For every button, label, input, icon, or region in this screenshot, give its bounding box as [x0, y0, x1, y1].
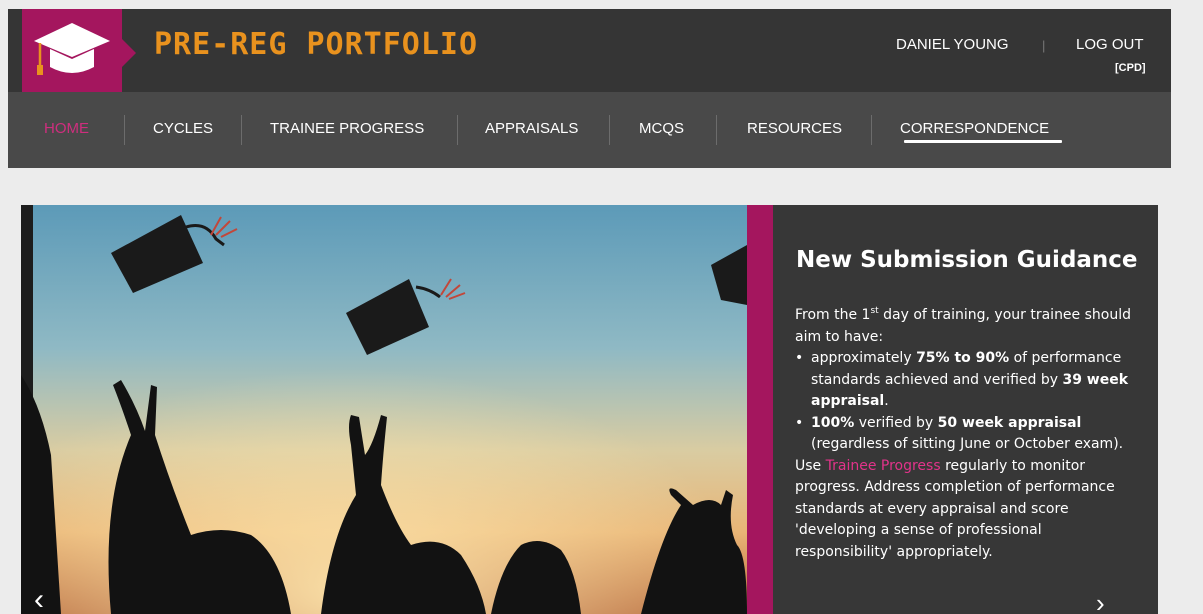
guidance-body: From the 1st day of training, your train…	[795, 305, 1135, 563]
chevron-left-icon[interactable]: ‹	[34, 585, 44, 614]
logo-notch	[122, 39, 136, 67]
nav-divider	[716, 115, 717, 145]
graduation-cap-icon	[34, 23, 110, 75]
nav-resources[interactable]: RESOURCES	[747, 120, 842, 137]
nav-divider	[241, 115, 242, 145]
nav-divider	[457, 115, 458, 145]
nav-correspondence[interactable]: CORRESPONDENCE	[900, 120, 1049, 137]
header-separator: |	[1042, 38, 1046, 53]
nav-trainee-progress[interactable]: TRAINEE PROGRESS	[270, 120, 424, 137]
nav-divider	[609, 115, 610, 145]
cpd-link[interactable]: [CPD]	[1115, 62, 1146, 74]
hero-carousel: New Submission Guidance From the 1st day…	[21, 205, 1158, 614]
guidance-panel: New Submission Guidance From the 1st day…	[773, 205, 1158, 614]
guidance-intro: From the 1st day of training, your train…	[795, 306, 1131, 345]
nav-mcqs[interactable]: MCQS	[639, 120, 684, 137]
nav-divider	[124, 115, 125, 145]
guidance-title: New Submission Guidance	[796, 247, 1138, 273]
guidance-usage: Use Trainee Progress regularly to monito…	[795, 457, 1115, 560]
logo[interactable]	[22, 9, 122, 92]
nav-cycles[interactable]: CYCLES	[153, 120, 213, 137]
brand-title[interactable]: PRE-REG PORTFOLIO	[154, 27, 478, 62]
guidance-bullet-50-week: 100% verified by 50 week appraisal (rega…	[795, 413, 1135, 456]
guidance-list: approximately 75% to 90% of performance …	[795, 348, 1135, 456]
hero-accent-strip	[747, 205, 773, 614]
hero-photo-graduation-caps	[21, 205, 747, 614]
nav-underline	[904, 140, 1062, 143]
nav-appraisals[interactable]: APPRAISALS	[485, 120, 578, 137]
user-name[interactable]: DANIEL YOUNG	[896, 36, 1009, 53]
logout-link[interactable]: LOG OUT	[1076, 36, 1144, 53]
main-nav: HOME CYCLES TRAINEE PROGRESS APPRAISALS …	[8, 92, 1171, 168]
chevron-right-icon[interactable]: ›	[1096, 590, 1105, 614]
guidance-bullet-39-week: approximately 75% to 90% of performance …	[795, 348, 1135, 413]
trainee-progress-link[interactable]: Trainee Progress	[826, 458, 941, 474]
nav-divider	[871, 115, 872, 145]
site-header: PRE-REG PORTFOLIO DANIEL YOUNG | LOG OUT…	[8, 9, 1171, 92]
nav-home[interactable]: HOME	[44, 120, 89, 137]
